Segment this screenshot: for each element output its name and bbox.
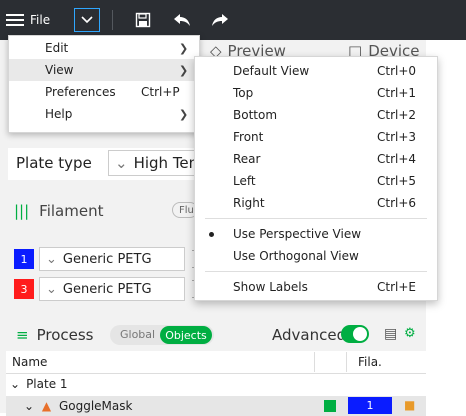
filament-header: ||| Filament — [14, 202, 104, 220]
view-item-right[interactable]: Right Ctrl+6 — [195, 192, 437, 214]
filament-icon: ||| — [14, 202, 30, 220]
main-context-menu: Edit ❯ View ❯ Preferences Ctrl+P Help ❯ — [8, 35, 200, 133]
view-submenu: Default View Ctrl+0 Top Ctrl+1 Bottom Ct… — [194, 56, 438, 301]
filament-select[interactable]: ⌄ Generic PETG — [39, 247, 185, 271]
menu-divider — [205, 218, 427, 219]
chevron-down-icon — [81, 16, 93, 24]
plate-type-select[interactable]: ⌄ High Tem — [108, 150, 200, 176]
chevron-down-icon[interactable]: ⌄ — [10, 377, 20, 391]
chevron-right-icon: ❯ — [179, 107, 189, 121]
plate-type-label: Plate type — [16, 154, 92, 172]
filament-select[interactable]: ⌄ Generic PETG — [39, 277, 185, 301]
hamburger-icon — [6, 13, 24, 27]
advanced-label: Advanced — [272, 326, 347, 344]
view-item-top[interactable]: Top Ctrl+1 — [195, 82, 437, 104]
lock-icon[interactable]: ■ — [404, 398, 415, 412]
chevron-down-icon: ⌄ — [46, 251, 57, 267]
view-item-perspective[interactable]: Use Perspective View — [195, 223, 437, 245]
menu-item-edit[interactable]: Edit ❯ — [9, 37, 199, 59]
menu-item-help[interactable]: Help ❯ — [9, 103, 199, 125]
column-divider — [346, 352, 347, 372]
chevron-right-icon: ❯ — [179, 63, 189, 77]
save-icon[interactable] — [131, 8, 155, 32]
toolbar-divider — [112, 10, 113, 30]
view-item-show-labels[interactable]: Show Labels Ctrl+E — [195, 276, 437, 298]
view-item-left[interactable]: Left Ctrl+5 — [195, 170, 437, 192]
view-item-rear[interactable]: Rear Ctrl+4 — [195, 148, 437, 170]
list-icon[interactable]: ▤ — [384, 326, 397, 342]
menu-dropdown-button[interactable] — [74, 8, 100, 32]
view-item-orthogonal[interactable]: Use Orthogonal View — [195, 245, 437, 267]
warning-icon: ▲ — [41, 399, 52, 413]
object-row-label[interactable]: ⌄ ▲ GoggleMask — [24, 399, 132, 413]
global-objects-toggle[interactable]: Global Objects — [110, 325, 214, 345]
redo-icon[interactable] — [208, 8, 232, 32]
column-divider — [314, 352, 315, 372]
plate-row-label[interactable]: ⌄ Plate 1 — [10, 377, 68, 391]
view-item-front[interactable]: Front Ctrl+3 — [195, 126, 437, 148]
chevron-down-icon: ⌄ — [46, 281, 57, 297]
switch-knob — [353, 327, 367, 341]
table-row[interactable] — [6, 374, 426, 396]
view-item-default[interactable]: Default View Ctrl+0 — [195, 60, 437, 82]
column-header-fila[interactable]: Fila. — [358, 355, 382, 369]
selected-bullet-icon — [209, 232, 214, 237]
settings-icon[interactable]: ⚙ — [404, 326, 416, 341]
filament-number-badge[interactable]: 3 — [14, 279, 34, 299]
process-header: ≡ Process — [16, 326, 94, 344]
chevron-down-icon: ⌄ — [115, 154, 128, 172]
menu-divider — [205, 271, 427, 272]
view-item-bottom[interactable]: Bottom Ctrl+2 — [195, 104, 437, 126]
object-filament-badge[interactable]: 1 — [348, 397, 392, 414]
process-icon: ≡ — [16, 326, 29, 344]
toggle-global-label[interactable]: Global — [120, 328, 155, 341]
toggle-objects-label[interactable]: Objects — [160, 326, 212, 344]
menu-item-view[interactable]: View ❯ — [9, 59, 199, 81]
column-header-name[interactable]: Name — [12, 355, 47, 369]
visible-checkbox[interactable] — [324, 400, 336, 412]
chevron-right-icon: ❯ — [179, 41, 189, 55]
undo-icon[interactable] — [170, 8, 194, 32]
chevron-down-icon[interactable]: ⌄ — [24, 399, 34, 413]
menu-item-preferences[interactable]: Preferences Ctrl+P — [9, 81, 199, 103]
file-menu-button[interactable]: File — [6, 8, 72, 32]
filament-number-badge[interactable]: 1 — [14, 249, 34, 269]
advanced-switch[interactable] — [341, 325, 369, 343]
